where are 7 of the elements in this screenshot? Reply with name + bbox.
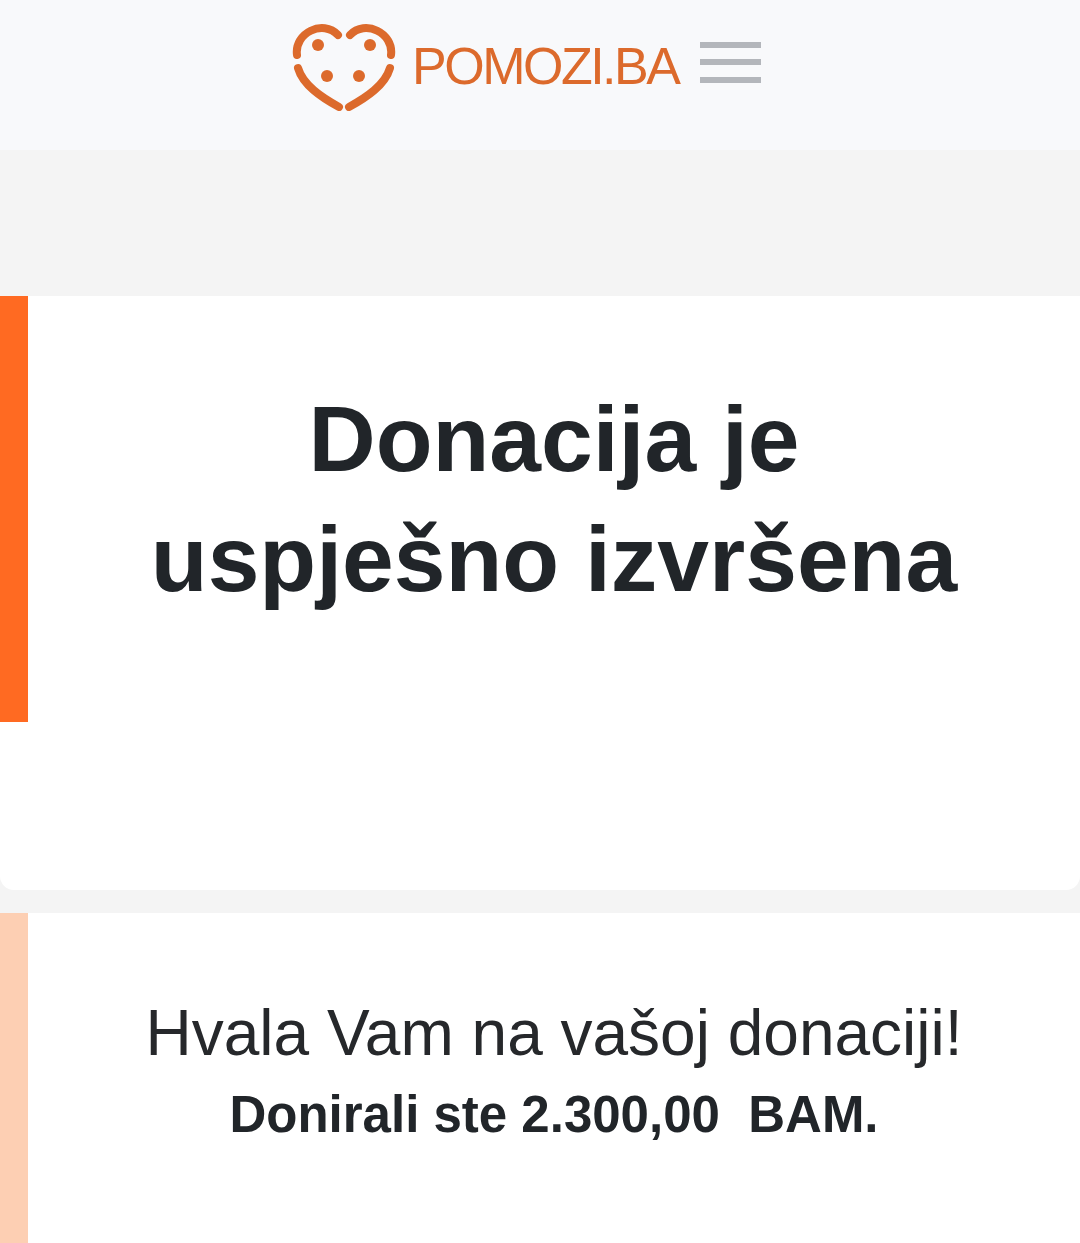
heart-icon: [292, 21, 396, 111]
donation-amount-text: Donirali ste 2.300,00 BAM.: [229, 1085, 879, 1145]
menu-icon: [700, 41, 762, 83]
menu-button[interactable]: [700, 41, 762, 83]
thank-you-text: Hvala Vam na vašoj donaciji!: [145, 996, 963, 1071]
page-title: Donacija je uspješno izvršena: [149, 386, 959, 613]
logo-text: POMOZI.BA: [412, 36, 679, 96]
